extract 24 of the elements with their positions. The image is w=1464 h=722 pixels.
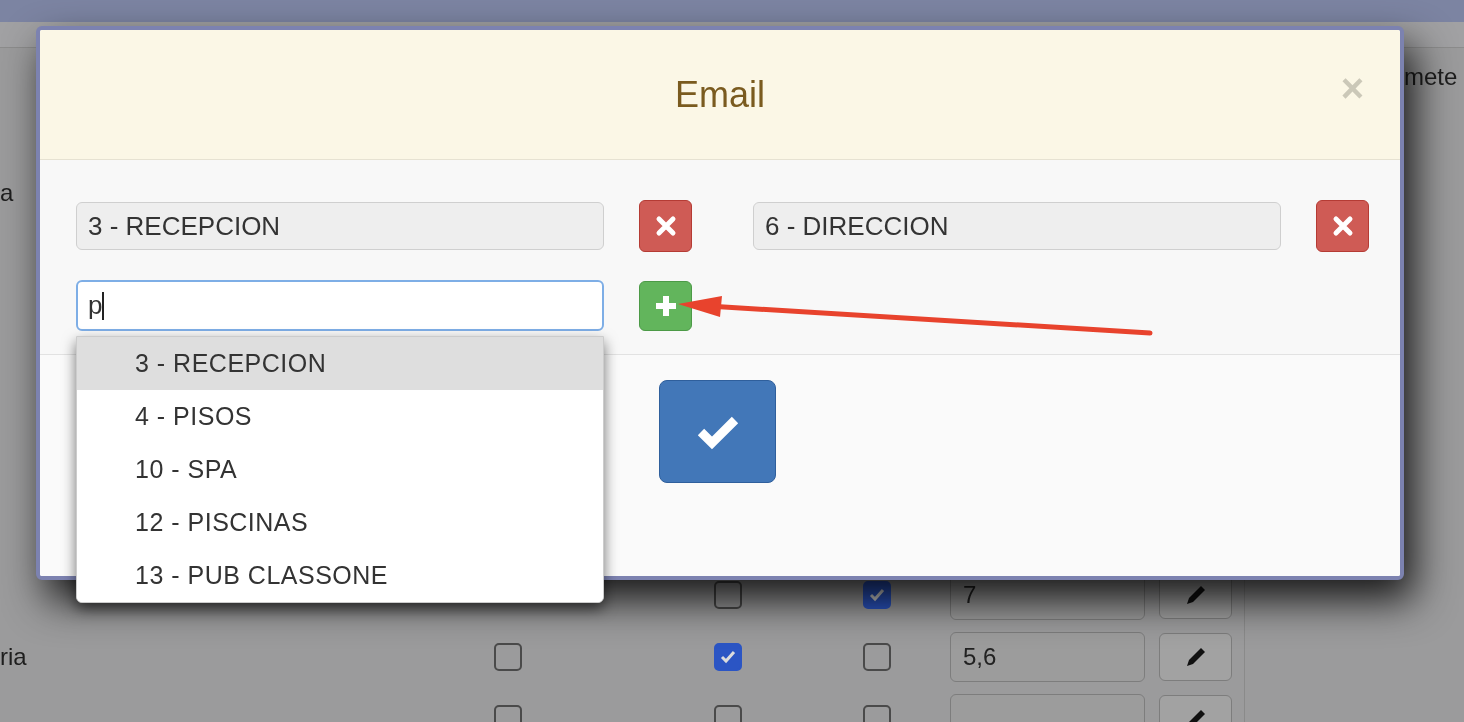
checkmark-icon	[868, 586, 886, 604]
checkbox[interactable]	[863, 581, 891, 609]
remove-button[interactable]	[639, 200, 692, 252]
row-label: a	[0, 178, 14, 208]
checkbox[interactable]	[714, 643, 742, 671]
suggestion-item[interactable]: 13 - PUB CLASSONE	[77, 549, 603, 602]
row-label: ria	[0, 643, 27, 670]
edit-button[interactable]	[1159, 633, 1232, 681]
text-field[interactable]: 5,6	[950, 632, 1145, 682]
recipient-input[interactable]: p	[76, 280, 604, 331]
recipient-field[interactable]: 6 - DIRECCION	[753, 202, 1281, 250]
checkbox[interactable]	[863, 643, 891, 671]
suggestion-item[interactable]: 12 - PISCINAS	[77, 496, 603, 549]
dialog-title: Email	[675, 72, 765, 117]
checkmark-icon	[719, 648, 737, 666]
remove-button[interactable]	[1316, 200, 1369, 252]
suggestion-item[interactable]: 3 - RECEPCION	[77, 337, 603, 390]
recipient-field[interactable]: 3 - RECEPCION	[76, 202, 604, 250]
checkbox[interactable]	[494, 643, 522, 671]
column-heading: mete	[1404, 62, 1459, 92]
add-button[interactable]	[639, 280, 692, 331]
confirm-button[interactable]	[659, 380, 776, 483]
suggestion-item[interactable]: 4 - PISOS	[77, 390, 603, 443]
suggestion-item[interactable]: 10 - SPA	[77, 443, 603, 496]
